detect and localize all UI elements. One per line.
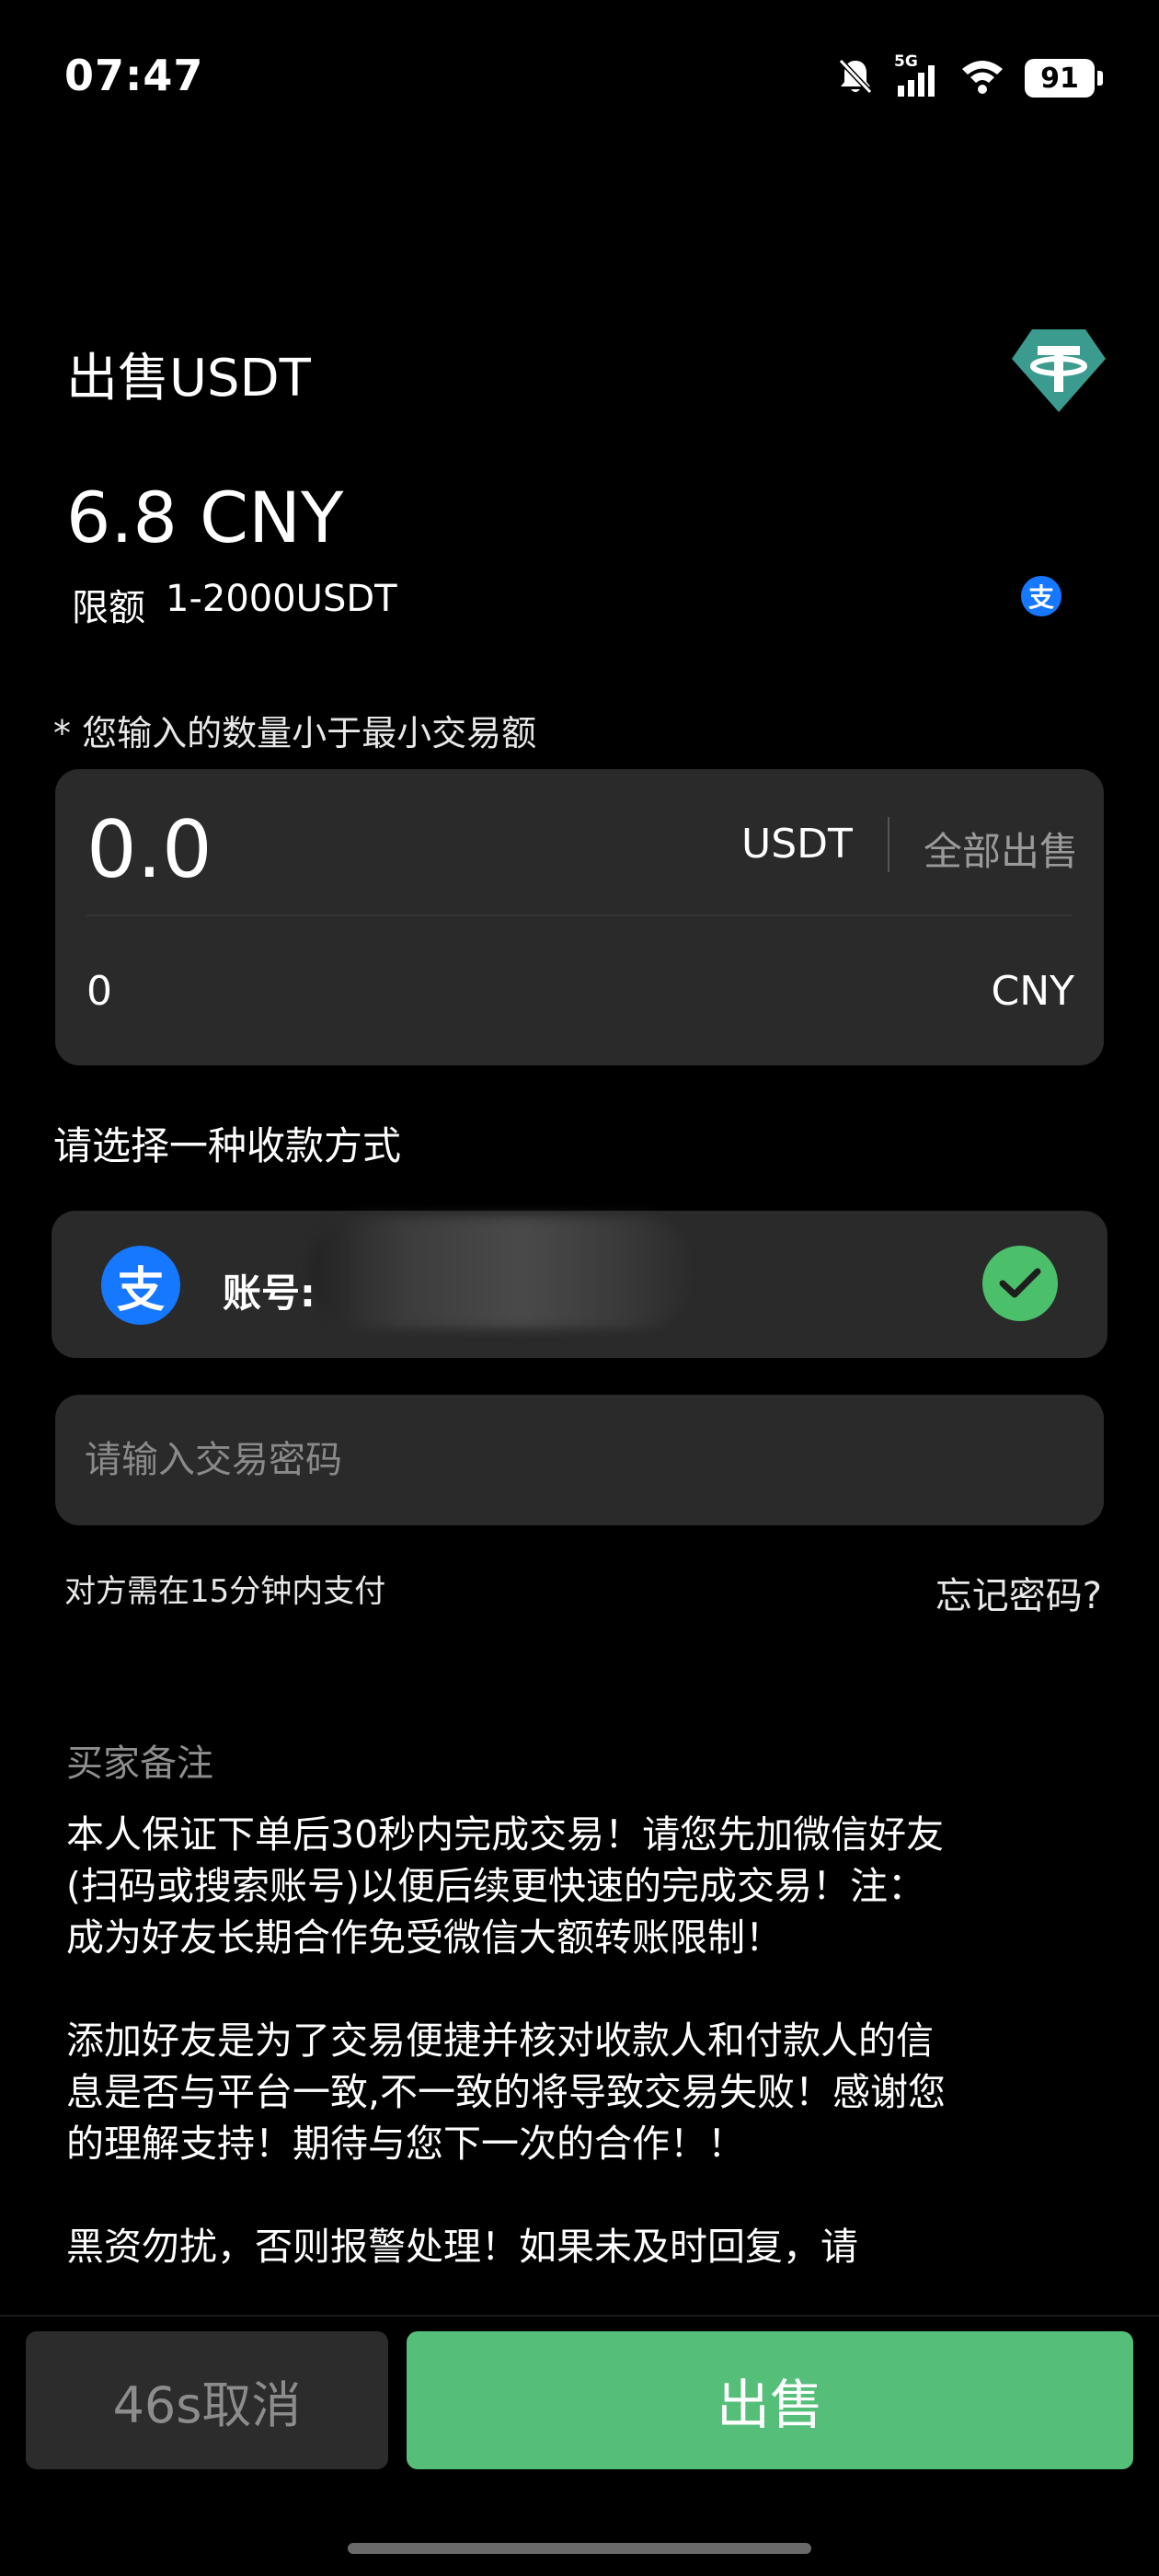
signal-5g-icon: 5G	[894, 52, 940, 98]
cancel-button[interactable]: 46s取消	[26, 2331, 388, 2469]
cny-amount: 0	[86, 968, 112, 1015]
status-bar: 07:47 5G 91	[0, 0, 1159, 156]
limit-label: 限额	[72, 587, 145, 629]
sell-usdt-screen: 07:47 5G 91 出售USDT 6.8 CNY 限额 1-2000USDT…	[0, 0, 1159, 2576]
action-bar: 46s取消 出售	[0, 2315, 1159, 2576]
note-paragraph: 黑资勿扰，否则报警处理！如果未及时回复，请	[66, 2225, 858, 2269]
amount-card: 0.0 USDT 全部出售 0 CNY	[55, 769, 1104, 1065]
wifi-icon	[960, 58, 1004, 98]
account-label: 账号:	[223, 1271, 316, 1316]
price: 6.8 CNY	[66, 477, 344, 558]
usdt-unit: USDT	[741, 821, 853, 868]
payment-deadline: 对方需在15分钟内支付	[64, 1573, 386, 1610]
cny-unit: CNY	[991, 968, 1074, 1015]
tether-icon	[1008, 324, 1109, 416]
limit-row: 限额 1-2000USDT	[72, 578, 397, 631]
sell-button[interactable]: 出售	[407, 2331, 1133, 2469]
status-icons: 5G 91	[837, 52, 1103, 103]
usdt-amount-input[interactable]: 0.0	[86, 804, 212, 896]
account-blurred	[309, 1216, 695, 1328]
payment-method-label: 请选择一种收款方式	[53, 1123, 402, 1168]
limit-value: 1-2000USDT	[166, 578, 397, 620]
buyer-note-title: 买家备注	[66, 1742, 213, 1785]
page-title: 出售USDT	[66, 349, 311, 408]
battery-icon: 91	[1025, 59, 1103, 98]
note-paragraph: 本人保证下单后30秒内完成交易！请您先加微信好友(扫码或搜索账号)以便后续更快速…	[66, 1812, 945, 1960]
note-paragraph: 添加好友是为了交易便捷并核对收款人和付款人的信息是否与平台一致,不一致的将导致交…	[66, 2018, 947, 2166]
payment-option-alipay[interactable]: 支 账号:	[52, 1211, 1107, 1358]
buyer-note-body: 本人保证下单后30秒内完成交易！请您先加微信好友(扫码或搜索账号)以便后续更快速…	[66, 1809, 949, 2315]
divider	[888, 817, 889, 872]
alipay-icon: 支	[101, 1246, 180, 1325]
bell-off-icon	[837, 57, 874, 99]
home-indicator[interactable]	[348, 2543, 811, 2554]
amount-warning: * 您输入的数量小于最小交易额	[53, 713, 537, 753]
alipay-icon: 支	[1021, 576, 1061, 616]
trade-password-input[interactable]	[55, 1395, 1104, 1525]
sell-all-button[interactable]: 全部出售	[924, 821, 1078, 877]
check-icon[interactable]	[982, 1246, 1058, 1321]
divider	[86, 914, 1073, 916]
forgot-password-link[interactable]: 忘记密码?	[935, 1566, 1102, 1619]
status-time: 07:47	[64, 51, 204, 100]
